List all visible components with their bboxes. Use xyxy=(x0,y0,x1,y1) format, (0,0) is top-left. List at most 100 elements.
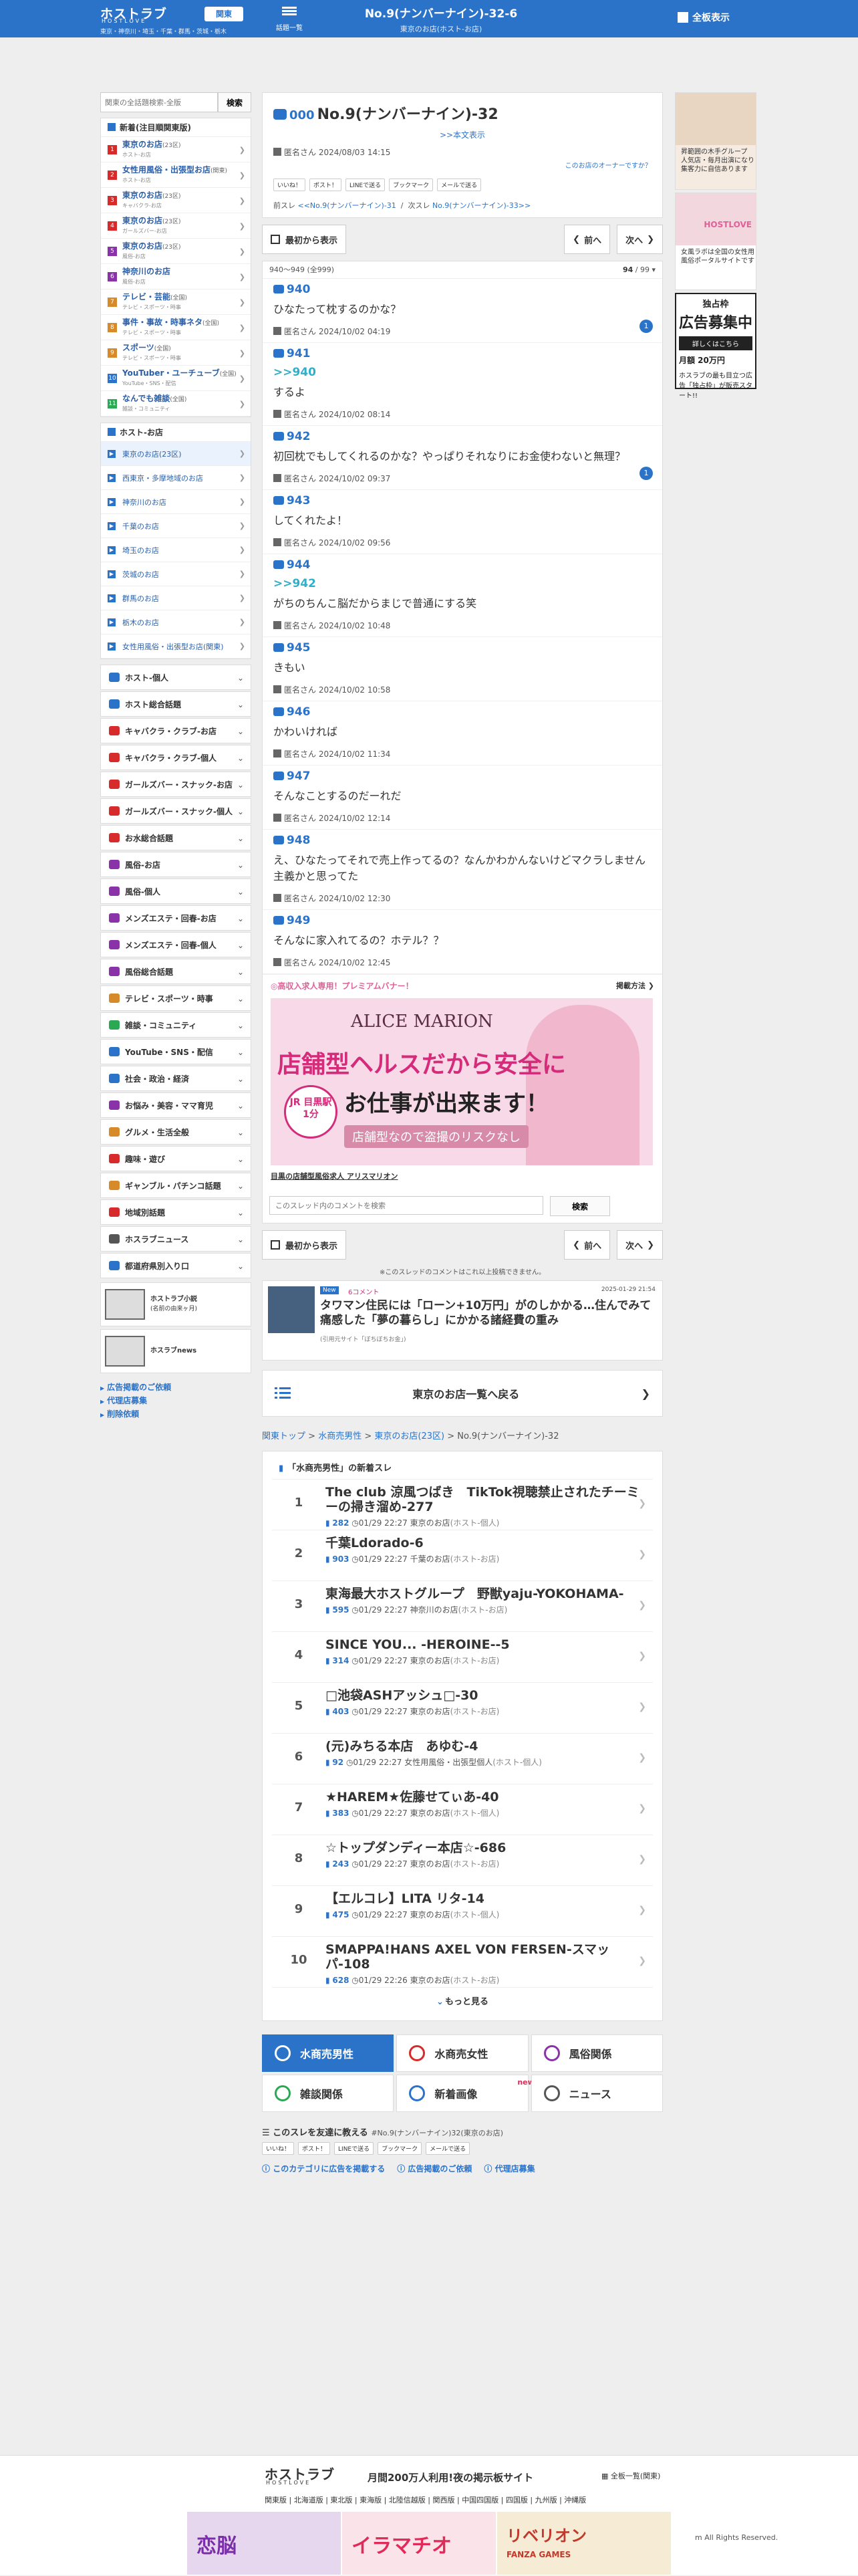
comment-search-button[interactable]: 検索 xyxy=(550,1196,610,1216)
page-select[interactable]: 94 / 99 ▾ xyxy=(623,261,656,278)
premium-method-link[interactable]: 掲載方法 ❯ xyxy=(616,980,654,991)
agency-link[interactable]: 代理店募集 xyxy=(100,1395,251,1408)
category-item[interactable]: 3 東京のお店(23区) キャバクラ-お店 ❯ xyxy=(101,188,251,213)
genre-item[interactable]: グルメ・生活全般 ⌄ xyxy=(100,1119,251,1145)
category-tab[interactable]: 新着画像 new xyxy=(396,2075,535,2112)
topic-list-button[interactable]: 話題一覧 xyxy=(266,5,313,33)
genre-item[interactable]: 都道府県別入り口 ⌄ xyxy=(100,1253,251,1278)
reply-count-badge[interactable]: 1 xyxy=(639,320,653,333)
post-number[interactable]: 940 xyxy=(273,283,652,296)
new-thread-item[interactable]: 7 ★HAREM★佐藤せてぃあ-40 ▮ 383 ◷01/29 22:27 東京のお… xyxy=(272,1784,653,1835)
reply-anchor[interactable]: >>940 xyxy=(273,366,652,379)
post-number[interactable]: 941 xyxy=(273,347,652,360)
new-thread-item[interactable]: 8 ☆トップダンディー本店☆-686 ▮ 243 ◷01/29 22:27 東京のお… xyxy=(272,1835,653,1886)
category-tab[interactable]: ニュース xyxy=(531,2075,663,2112)
post-button[interactable]: ポスト！ xyxy=(298,2142,331,2155)
next-button-bottom[interactable]: 次へ ❯ xyxy=(617,1230,663,1260)
genre-item[interactable]: YouTube・SNS・配信 ⌄ xyxy=(100,1039,251,1064)
category-tab[interactable]: 風俗関係 xyxy=(531,2034,663,2072)
footer-banner-1[interactable]: 恋脳 xyxy=(187,2512,341,2575)
comment-search-input[interactable] xyxy=(269,1196,543,1215)
category-item[interactable]: 8 事件・事故・時事ネタ(全国) テレビ・スポーツ・時事 ❯ xyxy=(101,315,251,340)
category-tab[interactable]: 水商売男性 xyxy=(262,2034,394,2072)
kanto-button[interactable]: 関東 xyxy=(204,7,243,21)
reply-anchor[interactable]: >>942 xyxy=(273,577,652,590)
genre-item[interactable]: 趣味・遊び ⌄ xyxy=(100,1146,251,1171)
genre-item[interactable]: キャバクラ・クラブ-お店 ⌄ xyxy=(100,718,251,743)
ad-request-link[interactable]: ⓘ 広告掲載のご依頼 xyxy=(397,2163,472,2174)
agency-link[interactable]: ⓘ 代理店募集 xyxy=(484,2163,535,2174)
host-shop-item[interactable]: ▶ 神奈川のお店 ❯ xyxy=(101,490,251,514)
genre-item[interactable]: 風俗-個人 ⌄ xyxy=(100,879,251,904)
category-item[interactable]: 4 東京のお店(23区) ガールズバー-お店 ❯ xyxy=(101,213,251,239)
genre-item[interactable]: 地域別話題 ⌄ xyxy=(100,1199,251,1225)
new-thread-item[interactable]: 9 【エルコレ】LITA リタ-14 ▮ 475 ◷01/29 22:27 東京のお… xyxy=(272,1886,653,1937)
host-shop-item[interactable]: ▶ 女性用風俗・出張型お店(関東) ❯ xyxy=(101,634,251,659)
new-thread-item[interactable]: 3 東海最大ホストグループ 野獣yaju-YOKOHAMA- ▮ 595 ◷01/2… xyxy=(272,1581,653,1632)
right-ad-2[interactable]: HOSTLOVE 女風ラボは全国の女性用風俗ポータルサイトです xyxy=(675,193,756,290)
genre-item[interactable]: お悩み・美容・ママ育児 ⌄ xyxy=(100,1092,251,1118)
ad-request-link[interactable]: 広告掲載のご依頼 xyxy=(100,1381,251,1395)
news-card[interactable]: New 6コメント 2025-01-29 21:54 タワマン住民には「ローン+… xyxy=(262,1280,663,1361)
reply-count-badge[interactable]: 1 xyxy=(639,467,653,480)
host-shop-item[interactable]: ▶ 群馬のお店 ❯ xyxy=(101,586,251,610)
breadcrumb-top[interactable]: 関東トップ xyxy=(262,1431,305,1441)
genre-item[interactable]: ホスト-個人 ⌄ xyxy=(100,665,251,690)
bookmark-button[interactable]: ブックマーク xyxy=(389,179,434,191)
like-button[interactable]: いいね！ xyxy=(273,179,306,191)
show-first-button[interactable]: 最初から表示 xyxy=(262,225,347,254)
genre-item[interactable]: テレビ・スポーツ・時事 ⌄ xyxy=(100,985,251,1011)
global-search-button[interactable]: 検索 xyxy=(218,92,251,112)
novel-banner[interactable]: ホストラブ小説 (名前の由来ヶ月) xyxy=(100,1282,251,1326)
genre-item[interactable]: キャバクラ・クラブ-個人 ⌄ xyxy=(100,745,251,770)
genre-item[interactable]: ギャンブル・パチンコ話題 ⌄ xyxy=(100,1173,251,1198)
genre-item[interactable]: 風俗総合話題 ⌄ xyxy=(100,959,251,984)
category-item[interactable]: 9 スポーツ(全国) テレビ・スポーツ・時事 ❯ xyxy=(101,340,251,366)
post-number[interactable]: 944 xyxy=(273,558,652,572)
prev-button-bottom[interactable]: ❮ 前へ xyxy=(564,1230,611,1260)
post-number[interactable]: 949 xyxy=(273,914,652,927)
genre-item[interactable]: ガールズバー・スナック-お店 ⌄ xyxy=(100,772,251,797)
post-number[interactable]: 947 xyxy=(273,770,652,783)
more-button[interactable]: ⌄ もっと見る xyxy=(272,1988,653,2014)
category-tab[interactable]: 水商売女性 xyxy=(396,2034,529,2072)
footer-banner-2[interactable]: イラマチオ xyxy=(342,2512,496,2575)
back-to-list-button[interactable]: 東京のお店一覧へ戻る ❯ xyxy=(262,1370,663,1417)
breadcrumb-board[interactable]: 東京のお店(23区) xyxy=(374,1431,444,1441)
category-ad-link[interactable]: ⓘ このカテゴリに広告を掲載する xyxy=(262,2163,385,2174)
prev-button[interactable]: ❮ 前へ xyxy=(564,225,611,254)
show-body-link[interactable]: >>本文表示 xyxy=(273,129,652,140)
bookmark-button[interactable]: ブックマーク xyxy=(378,2142,422,2155)
category-item[interactable]: 1 東京のお店(23区) ホスト-お店 ❯ xyxy=(101,137,251,162)
host-shop-head[interactable]: ホスト-お店 xyxy=(101,423,251,442)
delete-request-link[interactable]: 削除依頼 xyxy=(100,1408,251,1421)
new-thread-item[interactable]: 4 SINCE YOU... -HEROINE--5 ▮ 314 ◷01/29 22… xyxy=(272,1632,653,1683)
new-thread-item[interactable]: 1 The club 涼風つばき TikTok視聴禁止されたチーミーの掃き溜め-2… xyxy=(272,1480,653,1530)
next-button[interactable]: 次へ ❯ xyxy=(617,225,663,254)
genre-item[interactable]: ガールズバー・スナック-個人 ⌄ xyxy=(100,798,251,824)
new-thread-item[interactable]: 2 千葉Ldorado-6 ▮ 903 ◷01/29 22:27 千葉のお店(ホスト… xyxy=(272,1530,653,1581)
category-item[interactable]: 5 東京のお店(23区) 風俗-お店 ❯ xyxy=(101,239,251,264)
post-number[interactable]: 945 xyxy=(273,641,652,655)
premium-ad-image[interactable]: ALICE MARION 店舗型ヘルスだから安全に JR 目黒駅 1分 お仕事が… xyxy=(271,998,653,1165)
footer-banner-3[interactable]: リベリオン FANZA GAMES xyxy=(497,2512,671,2575)
new-thread-item[interactable]: 5 □池袋ASHアッシュ□-30 ▮ 403 ◷01/29 22:27 東京のお店(… xyxy=(272,1683,653,1734)
breadcrumb-category[interactable]: 水商売男性 xyxy=(318,1431,362,1441)
post-number[interactable]: 942 xyxy=(273,430,652,443)
exclusive-ad[interactable]: 独占枠 広告募集中 詳しくはこちら 月額 20万円 ホスラブの最も目立つ広告「独… xyxy=(675,293,756,400)
ad-caption[interactable]: 目黒の店舗型風俗求人 アリスマリオン xyxy=(271,1171,654,1181)
post-button[interactable]: ポスト！ xyxy=(309,179,342,191)
genre-item[interactable]: メンズエステ・回春-個人 ⌄ xyxy=(100,932,251,957)
post-number[interactable]: 948 xyxy=(273,834,652,847)
footer-regions[interactable]: 関東版 | 北海道版 | 東北版 | 東海版 | 北陸信越版 | 関西版 | 中… xyxy=(265,2494,586,2505)
mail-button[interactable]: メールで送る xyxy=(426,2142,470,2155)
all-boards-link[interactable]: ▦ 全板一覧(関東) xyxy=(601,2470,660,2481)
right-ad-1[interactable]: 昇範囲の木手グループ 人気店・毎月出演になり 集客力に自信あります xyxy=(675,92,756,190)
category-item[interactable]: 2 女性用風俗・出張型お店(関東) ホスト-お店 ❯ xyxy=(101,162,251,188)
new-thread-item[interactable]: 6 (元)みちる本店 あゆむ-4 ▮ 92 ◷01/29 22:27 女性用風俗・出… xyxy=(272,1734,653,1784)
genre-item[interactable]: お水総合話題 ⌄ xyxy=(100,825,251,850)
full-view-button[interactable]: 全板表示 xyxy=(678,11,730,24)
genre-item[interactable]: ホスラブニュース ⌄ xyxy=(100,1226,251,1252)
news-banner[interactable]: ホスラブnews xyxy=(100,1329,251,1373)
genre-item[interactable]: ホスト総合話題 ⌄ xyxy=(100,691,251,717)
